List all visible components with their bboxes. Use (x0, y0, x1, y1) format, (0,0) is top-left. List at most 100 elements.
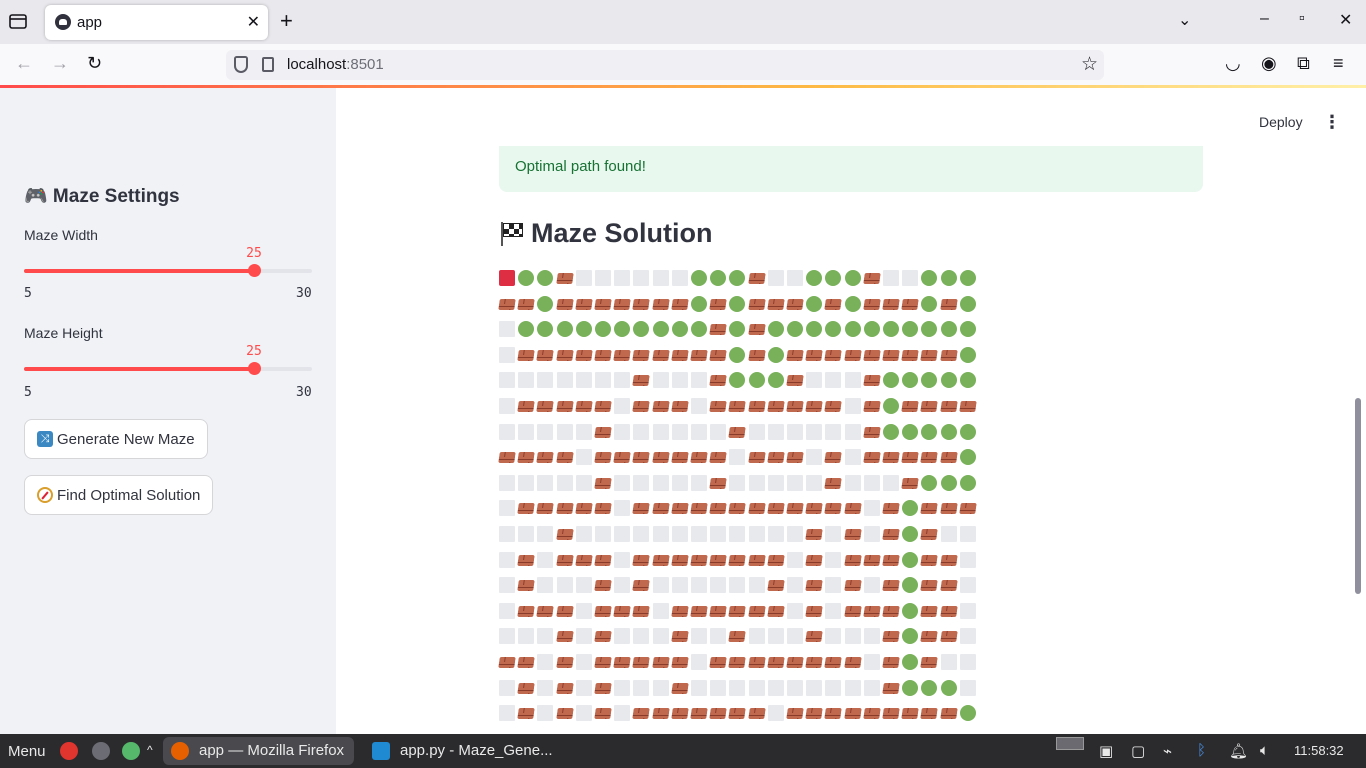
extensions-icon[interactable]: ⧉ (1297, 53, 1310, 74)
maze-cell-wall (728, 555, 746, 566)
url-bar[interactable]: localhost:8501 ☆ (226, 50, 1104, 80)
maze-cell-wall (728, 657, 746, 668)
maze-cell-wall (805, 580, 823, 591)
sidebar-title: 🎮 Maze Settings (24, 186, 180, 207)
maze-cell-path (883, 398, 899, 414)
maze-cell-open (691, 680, 707, 696)
volume-icon[interactable]: 🔈︎ (1260, 742, 1269, 759)
maze-cell-wall (556, 631, 574, 642)
page-scrollbar[interactable] (1355, 398, 1361, 594)
workspace-switcher[interactable] (1056, 737, 1084, 750)
maze-cell-open (787, 475, 803, 491)
maze-cell-wall (940, 503, 958, 514)
maze-cell-path (710, 270, 726, 286)
maze-cell-wall (556, 529, 574, 540)
notification-bell-icon[interactable]: 🔔︎ (1229, 742, 1248, 760)
maze-cell-wall (786, 299, 804, 310)
maze-cell-path (729, 321, 745, 337)
taskbar-firefox-label: app — Mozilla Firefox (199, 742, 345, 759)
new-tab-button[interactable]: + (280, 9, 293, 33)
power-icon[interactable]: ⌁ (1163, 742, 1172, 760)
maze-cell-wall (863, 427, 881, 438)
maze-cell-path (672, 321, 688, 337)
deploy-button[interactable]: Deploy (1259, 114, 1303, 130)
maze-cell-path (921, 372, 937, 388)
find-solution-button[interactable]: Find Optimal Solution (24, 475, 214, 515)
chevron-down-icon[interactable]: ⌄ (1178, 10, 1191, 30)
bookmark-star-icon[interactable]: ☆ (1081, 53, 1098, 76)
maze-cell-open (749, 526, 765, 542)
maze-cell-wall (959, 401, 977, 412)
chevron-up-icon[interactable]: ^ (147, 743, 153, 757)
start-menu-button[interactable]: Menu (8, 743, 46, 760)
maze-cell-wall (709, 299, 727, 310)
taskbar-firefox[interactable]: app — Mozilla Firefox (163, 737, 355, 765)
maze-cell-open (691, 654, 707, 670)
maze-cell-open (787, 424, 803, 440)
generate-maze-button[interactable]: ⤨ Generate New Maze (24, 419, 208, 459)
shield-icon[interactable] (234, 56, 248, 73)
maze-cell-open (633, 475, 649, 491)
main-menu-icon[interactable]: ⋮ (1323, 112, 1341, 133)
maze-cell-open (576, 705, 592, 721)
taskbar-vscode[interactable]: app.py - Maze_Gene... (364, 737, 563, 765)
maze-cell-open (691, 398, 707, 414)
maze-cell-wall (594, 683, 612, 694)
hamburger-menu-icon[interactable]: ≡ (1333, 53, 1344, 74)
width-slider-max: 30 (296, 286, 312, 301)
browser-tab[interactable]: app ✕ (45, 5, 268, 40)
maze-cell-open (518, 372, 534, 388)
terminal-icon[interactable] (92, 742, 110, 760)
maze-cell-wall (940, 631, 958, 642)
maze-cell-open (825, 680, 841, 696)
maze-cell-wall (632, 299, 650, 310)
maze-cell-open (806, 475, 822, 491)
maze-cell-path (921, 296, 937, 312)
maze-cell-start (499, 270, 515, 286)
maze-cell-path (941, 424, 957, 440)
display-icon[interactable]: ▢ (1131, 742, 1145, 760)
maze-cell-wall (690, 708, 708, 719)
maze-cell-path (633, 321, 649, 337)
maze-cell-open (806, 449, 822, 465)
bluetooth-icon[interactable]: ᛒ (1197, 742, 1206, 759)
maze-cell-wall (671, 401, 689, 412)
forward-arrow-icon[interactable]: → (51, 53, 69, 74)
maze-cell-wall (632, 503, 650, 514)
height-slider[interactable] (24, 362, 312, 375)
maze-cell-wall (709, 324, 727, 335)
account-icon[interactable]: ◉ (1261, 53, 1277, 74)
tab-close-icon[interactable]: ✕ (247, 12, 260, 32)
maze-cell-wall (920, 708, 938, 719)
maze-cell-wall (632, 452, 650, 463)
maze-cell-open (941, 654, 957, 670)
maze-cell-wall (556, 299, 574, 310)
reload-icon[interactable]: ↻ (87, 53, 102, 74)
streamlit-favicon-icon (55, 14, 71, 30)
close-window-icon[interactable]: ✕ (1339, 10, 1352, 30)
maze-cell-wall (863, 708, 881, 719)
maze-cell-open (883, 475, 899, 491)
minimize-icon[interactable]: – (1260, 10, 1269, 28)
maze-cell-path (845, 321, 861, 337)
restore-icon[interactable]: ▫ (1299, 10, 1305, 28)
app-launcher-icon[interactable] (60, 742, 78, 760)
maze-cell-open (576, 449, 592, 465)
maze-cell-path (614, 321, 630, 337)
tab-list-icon[interactable] (8, 11, 32, 33)
maze-cell-wall (632, 401, 650, 412)
maze-cell-path (902, 603, 918, 619)
pocket-icon[interactable]: ◡ (1225, 53, 1241, 74)
page-info-icon[interactable] (262, 57, 274, 72)
height-slider-thumb[interactable] (248, 362, 261, 375)
search-icon[interactable] (122, 742, 140, 760)
maze-cell-wall (594, 350, 612, 361)
back-arrow-icon[interactable]: ← (15, 53, 33, 74)
maze-cell-wall (556, 657, 574, 668)
maze-cell-wall (882, 299, 900, 310)
width-slider-thumb[interactable] (248, 264, 261, 277)
shuffle-icon: ⤨ (37, 431, 53, 447)
maze-cell-path (902, 321, 918, 337)
camera-icon[interactable]: ▣ (1099, 742, 1113, 760)
width-slider[interactable] (24, 264, 312, 277)
